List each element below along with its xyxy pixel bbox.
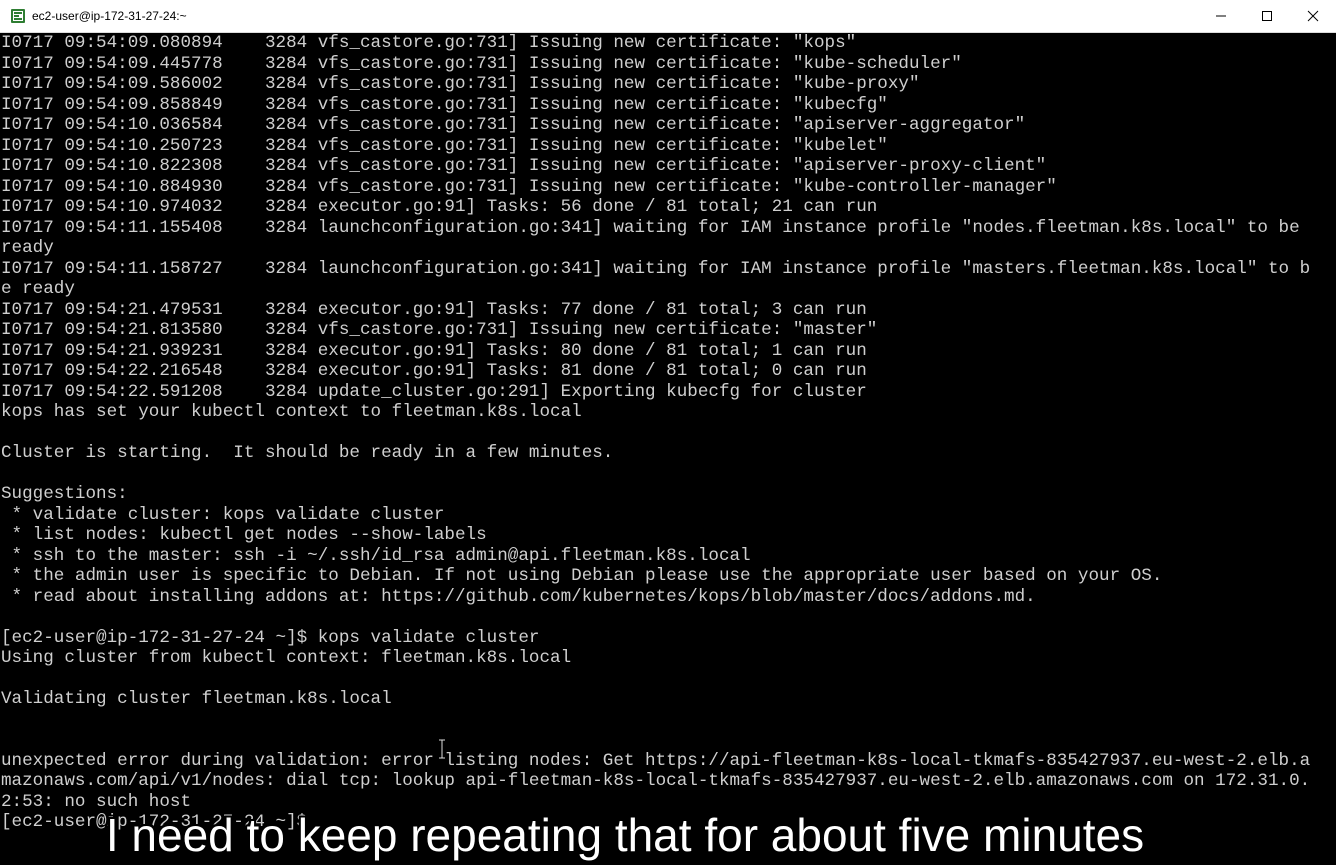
terminal-line: I0717 09:54:21.813580 3284 vfs_castore.g… bbox=[1, 320, 878, 340]
terminal-line: Using cluster from kubectl context: flee… bbox=[1, 648, 572, 668]
terminal-line: I0717 09:54:10.250723 3284 vfs_castore.g… bbox=[1, 135, 888, 156]
minimize-button[interactable] bbox=[1198, 0, 1244, 32]
terminal-line: I0717 09:54:09.080894 3284 vfs_castore.g… bbox=[1, 33, 857, 53]
terminal-line: Suggestions: bbox=[1, 484, 128, 504]
terminal-line: unexpected error during validation: erro… bbox=[1, 750, 1311, 771]
terminal-line: I0717 09:54:10.822308 3284 vfs_castore.g… bbox=[1, 156, 1047, 176]
terminal-output[interactable]: I0717 09:54:09.080894 3284 vfs_castore.g… bbox=[1, 33, 1336, 865]
terminal-line: * list nodes: kubectl get nodes --show-l… bbox=[1, 525, 487, 545]
terminal-line: Validating cluster fleetman.k8s.local bbox=[1, 689, 392, 709]
terminal-line: kops has set your kubectl context to fle… bbox=[1, 402, 582, 422]
terminal-line: I0717 09:54:21.939231 3284 executor.go:9… bbox=[1, 340, 867, 361]
terminal-app-icon bbox=[11, 9, 25, 23]
title-bar[interactable]: ec2-user@ip-172-31-27-24:~ bbox=[0, 0, 1336, 33]
video-subtitle: I need to keep repeating that for about … bbox=[105, 809, 1145, 861]
terminal-line: I0717 09:54:22.216548 3284 executor.go:9… bbox=[1, 361, 867, 381]
terminal-line: * the admin user is specific to Debian. … bbox=[1, 566, 1163, 586]
terminal-line: I0717 09:54:10.974032 3284 executor.go:9… bbox=[1, 197, 878, 217]
terminal-line: I0717 09:54:09.858849 3284 vfs_castore.g… bbox=[1, 94, 888, 115]
terminal-line: I0717 09:54:10.036584 3284 vfs_castore.g… bbox=[1, 115, 1026, 135]
terminal-line: Cluster is starting. It should be ready … bbox=[1, 443, 614, 463]
terminal-line: I0717 09:54:09.586002 3284 vfs_castore.g… bbox=[1, 74, 920, 94]
terminal-line: * validate cluster: kops validate cluste… bbox=[1, 504, 445, 525]
terminal-line: * read about installing addons at: https… bbox=[1, 586, 1036, 607]
terminal-line: I0717 09:54:22.591208 3284 update_cluste… bbox=[1, 381, 867, 402]
text-cursor-icon bbox=[439, 739, 445, 759]
window-title: ec2-user@ip-172-31-27-24:~ bbox=[32, 9, 187, 23]
terminal-line: I0717 09:54:21.479531 3284 executor.go:9… bbox=[1, 299, 867, 320]
maximize-button[interactable] bbox=[1244, 0, 1290, 32]
terminal-line: I0717 09:54:11.155408 3284 launchconfigu… bbox=[1, 217, 1300, 238]
close-button[interactable] bbox=[1290, 0, 1336, 32]
terminal-line: [ec2-user@ip-172-31-27-24 ~]$ kops valid… bbox=[1, 627, 540, 648]
terminal-line: * ssh to the master: ssh -i ~/.ssh/id_rs… bbox=[1, 545, 751, 566]
terminal-line: mazonaws.com/api/v1/nodes: dial tcp: loo… bbox=[1, 771, 1311, 791]
terminal-window: ec2-user@ip-172-31-27-24:~ I0717 09:54:0… bbox=[0, 0, 1336, 865]
terminal-line: e ready bbox=[1, 279, 75, 299]
terminal-line: I0717 09:54:10.884930 3284 vfs_castore.g… bbox=[1, 176, 1057, 197]
terminal-line: I0717 09:54:09.445778 3284 vfs_castore.g… bbox=[1, 53, 962, 74]
minimize-icon bbox=[1216, 15, 1226, 17]
maximize-icon bbox=[1262, 11, 1272, 21]
close-icon bbox=[1307, 10, 1319, 22]
terminal-line: ready bbox=[1, 238, 54, 258]
terminal-line: I0717 09:54:11.158727 3284 launchconfigu… bbox=[1, 258, 1311, 279]
